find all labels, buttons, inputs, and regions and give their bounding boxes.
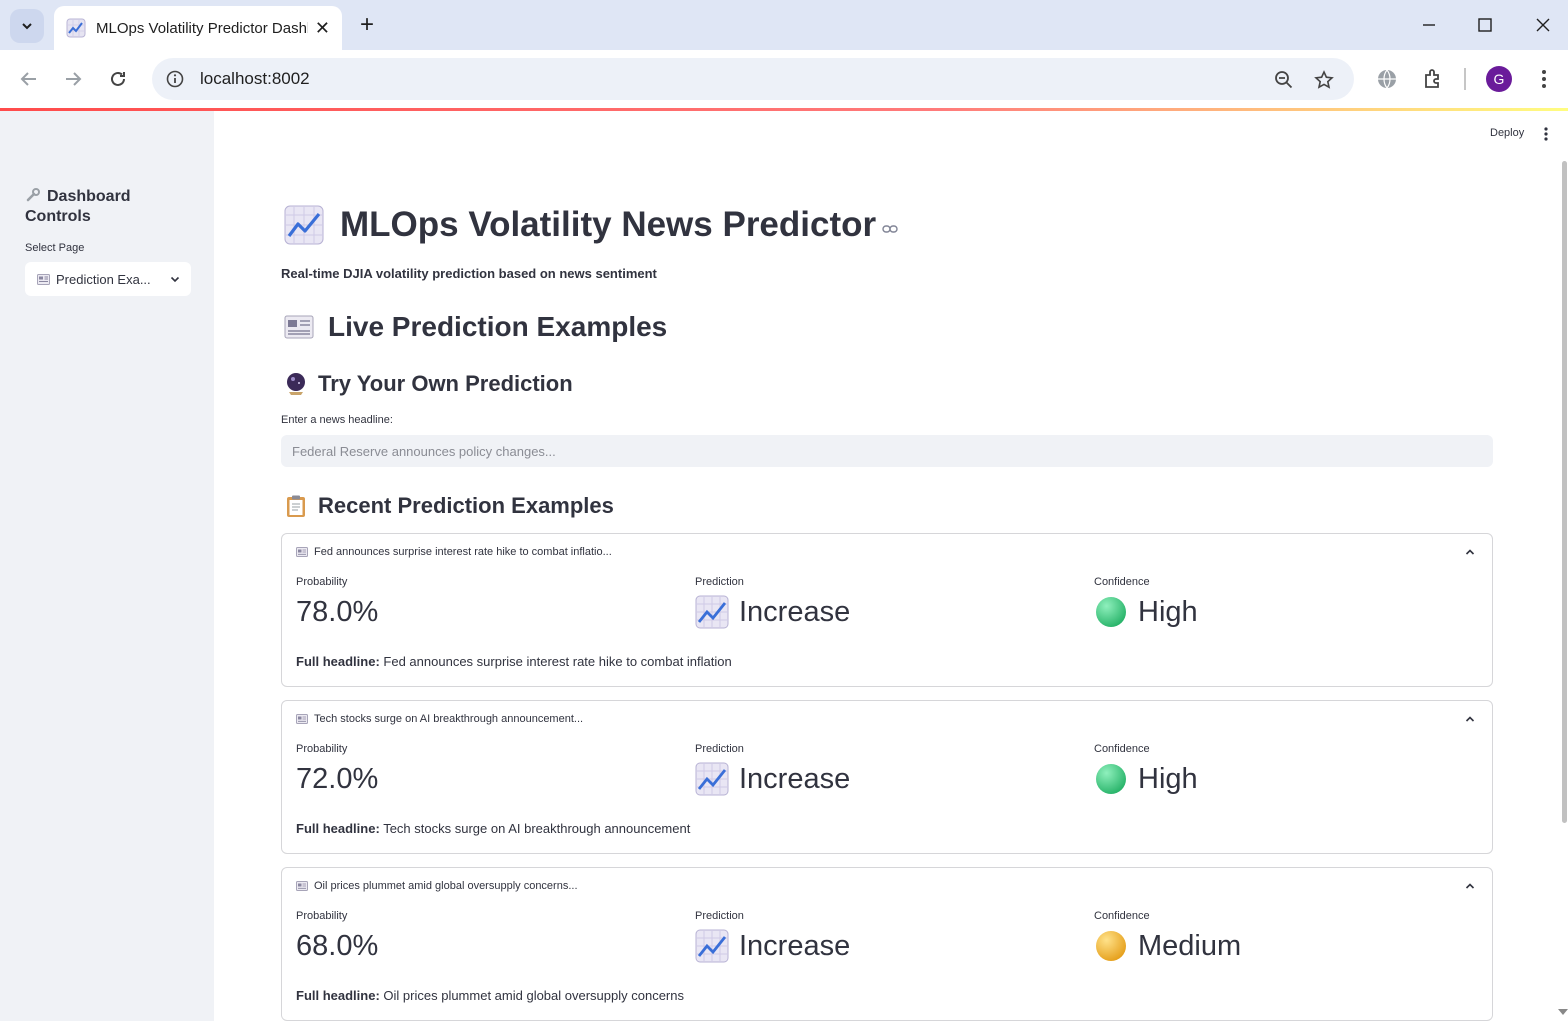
section-title-try: Try Your Own Prediction xyxy=(284,371,573,397)
arrow-left-icon xyxy=(20,72,36,86)
arrow-right-icon xyxy=(66,72,82,86)
probability-metric: Probability 78.0% xyxy=(296,576,378,630)
confidence-metric: Confidence High xyxy=(1094,576,1198,628)
confidence-value: High xyxy=(1138,762,1198,795)
tab-title: MLOps Volatility Predictor Dashboard xyxy=(96,19,308,37)
yellow-circle-icon xyxy=(1096,931,1126,961)
browser-menu-icon[interactable] xyxy=(1531,66,1557,92)
prediction-value: Increase xyxy=(739,929,851,962)
probability-value: 68.0% xyxy=(296,929,379,962)
newspaper-icon xyxy=(296,547,308,557)
maximize-icon xyxy=(1478,18,1492,32)
translate-globe-icon[interactable] xyxy=(1374,66,1400,92)
headline-input-label: Enter a news headline: xyxy=(281,414,393,426)
url-text: localhost:8002 xyxy=(200,69,310,88)
probability-metric: Probability 72.0% xyxy=(296,743,378,797)
forward-button[interactable] xyxy=(58,64,88,94)
zoom-icon[interactable] xyxy=(1272,68,1296,92)
chart-increasing-icon xyxy=(695,929,729,963)
prediction-card[interactable]: Fed announces surprise interest rate hik… xyxy=(281,533,1493,687)
card-summary[interactable]: Tech stocks surge on AI breakthrough ann… xyxy=(296,713,583,725)
page-title: MLOps Volatility News Predictor xyxy=(284,205,898,245)
wrench-icon xyxy=(26,188,40,202)
prediction-metric: Prediction Increase xyxy=(695,576,851,629)
headline-input[interactable] xyxy=(281,435,1493,467)
minimize-icon xyxy=(1423,24,1435,26)
browser-tabstrip: MLOps Volatility Predictor Dashboard ✕ + xyxy=(0,0,1568,50)
main-content: Deploy MLOps Volatility News Predictor R… xyxy=(214,111,1568,1021)
green-circle-icon xyxy=(1096,764,1126,794)
anchor-link-icon[interactable] xyxy=(882,224,898,234)
confidence-value: Medium xyxy=(1138,929,1242,962)
scroll-down-arrow[interactable] xyxy=(1558,1009,1568,1015)
newspaper-icon xyxy=(296,881,308,891)
probability-value: 78.0% xyxy=(296,595,379,628)
deploy-button[interactable]: Deploy xyxy=(1490,127,1524,139)
back-button[interactable] xyxy=(14,64,44,94)
confidence-metric: Confidence Medium xyxy=(1094,910,1242,962)
chart-increasing-icon xyxy=(284,205,324,245)
section-title-recent: Recent Prediction Examples xyxy=(284,493,614,519)
full-headline: Full headline: Tech stocks surge on AI b… xyxy=(296,821,691,836)
newspaper-icon xyxy=(284,315,314,339)
prediction-card[interactable]: Oil prices plummet amid global oversuppl… xyxy=(281,867,1493,1021)
section-title-live: Live Prediction Examples xyxy=(284,311,667,343)
chart-increasing-icon xyxy=(695,595,729,629)
chevron-down-icon xyxy=(170,276,180,283)
confidence-metric: Confidence High xyxy=(1094,743,1198,795)
full-headline: Full headline: Oil prices plummet amid g… xyxy=(296,988,684,1003)
select-page-label: Select Page xyxy=(25,242,85,254)
prediction-value: Increase xyxy=(739,595,851,628)
newspaper-icon xyxy=(296,714,308,724)
reload-icon xyxy=(111,71,125,86)
clipboard-icon xyxy=(287,495,305,517)
address-bar[interactable]: localhost:8002 xyxy=(152,58,1354,100)
profile-avatar[interactable]: G xyxy=(1486,66,1512,92)
chevron-up-icon[interactable] xyxy=(1464,713,1476,725)
chevron-up-icon[interactable] xyxy=(1464,880,1476,892)
full-headline: Full headline: Fed announces surprise in… xyxy=(296,654,732,669)
page-subtitle: Real-time DJIA volatility prediction bas… xyxy=(281,266,657,281)
extensions-puzzle-icon[interactable] xyxy=(1420,66,1446,92)
browser-toolbar: localhost:8002 G xyxy=(0,50,1568,108)
card-summary[interactable]: Fed announces surprise interest rate hik… xyxy=(296,546,612,558)
close-window-button[interactable] xyxy=(1530,12,1556,38)
toolbar-divider xyxy=(1464,68,1466,90)
prediction-metric: Prediction Increase xyxy=(695,910,851,963)
tab-search-button[interactable] xyxy=(10,9,44,43)
sidebar: Dashboard Controls Select Page Predictio… xyxy=(0,111,214,1021)
green-circle-icon xyxy=(1096,597,1126,627)
select-page-value: Prediction Exa... xyxy=(56,271,151,287)
sidebar-title: Dashboard Controls xyxy=(25,188,131,225)
crystal-ball-icon xyxy=(287,373,305,395)
browser-tab-active[interactable]: MLOps Volatility Predictor Dashboard ✕ xyxy=(54,6,342,50)
prediction-value: Increase xyxy=(739,762,851,795)
probability-metric: Probability 68.0% xyxy=(296,910,378,964)
reload-button[interactable] xyxy=(103,64,133,94)
prediction-metric: Prediction Increase xyxy=(695,743,851,796)
site-info-icon[interactable] xyxy=(166,70,184,88)
maximize-button[interactable] xyxy=(1472,12,1498,38)
minimize-button[interactable] xyxy=(1416,12,1442,38)
chevron-up-icon[interactable] xyxy=(1464,546,1476,558)
new-tab-button[interactable]: + xyxy=(354,11,380,38)
chevron-down-icon xyxy=(22,23,32,30)
probability-value: 72.0% xyxy=(296,762,379,795)
chart-increasing-icon xyxy=(695,762,729,796)
prediction-card[interactable]: Tech stocks surge on AI breakthrough ann… xyxy=(281,700,1493,854)
bookmark-star-icon[interactable] xyxy=(1312,68,1336,92)
close-icon xyxy=(1536,18,1550,32)
page-scrollbar[interactable] xyxy=(1562,161,1567,823)
newspaper-icon xyxy=(37,273,50,285)
card-summary[interactable]: Oil prices plummet amid global oversuppl… xyxy=(296,880,578,892)
chart-increasing-icon xyxy=(66,18,86,38)
select-page-dropdown[interactable]: Prediction Exa... xyxy=(25,262,191,296)
confidence-value: High xyxy=(1138,595,1198,628)
app-menu-icon[interactable] xyxy=(1540,125,1552,143)
close-tab-icon[interactable]: ✕ xyxy=(315,18,330,39)
